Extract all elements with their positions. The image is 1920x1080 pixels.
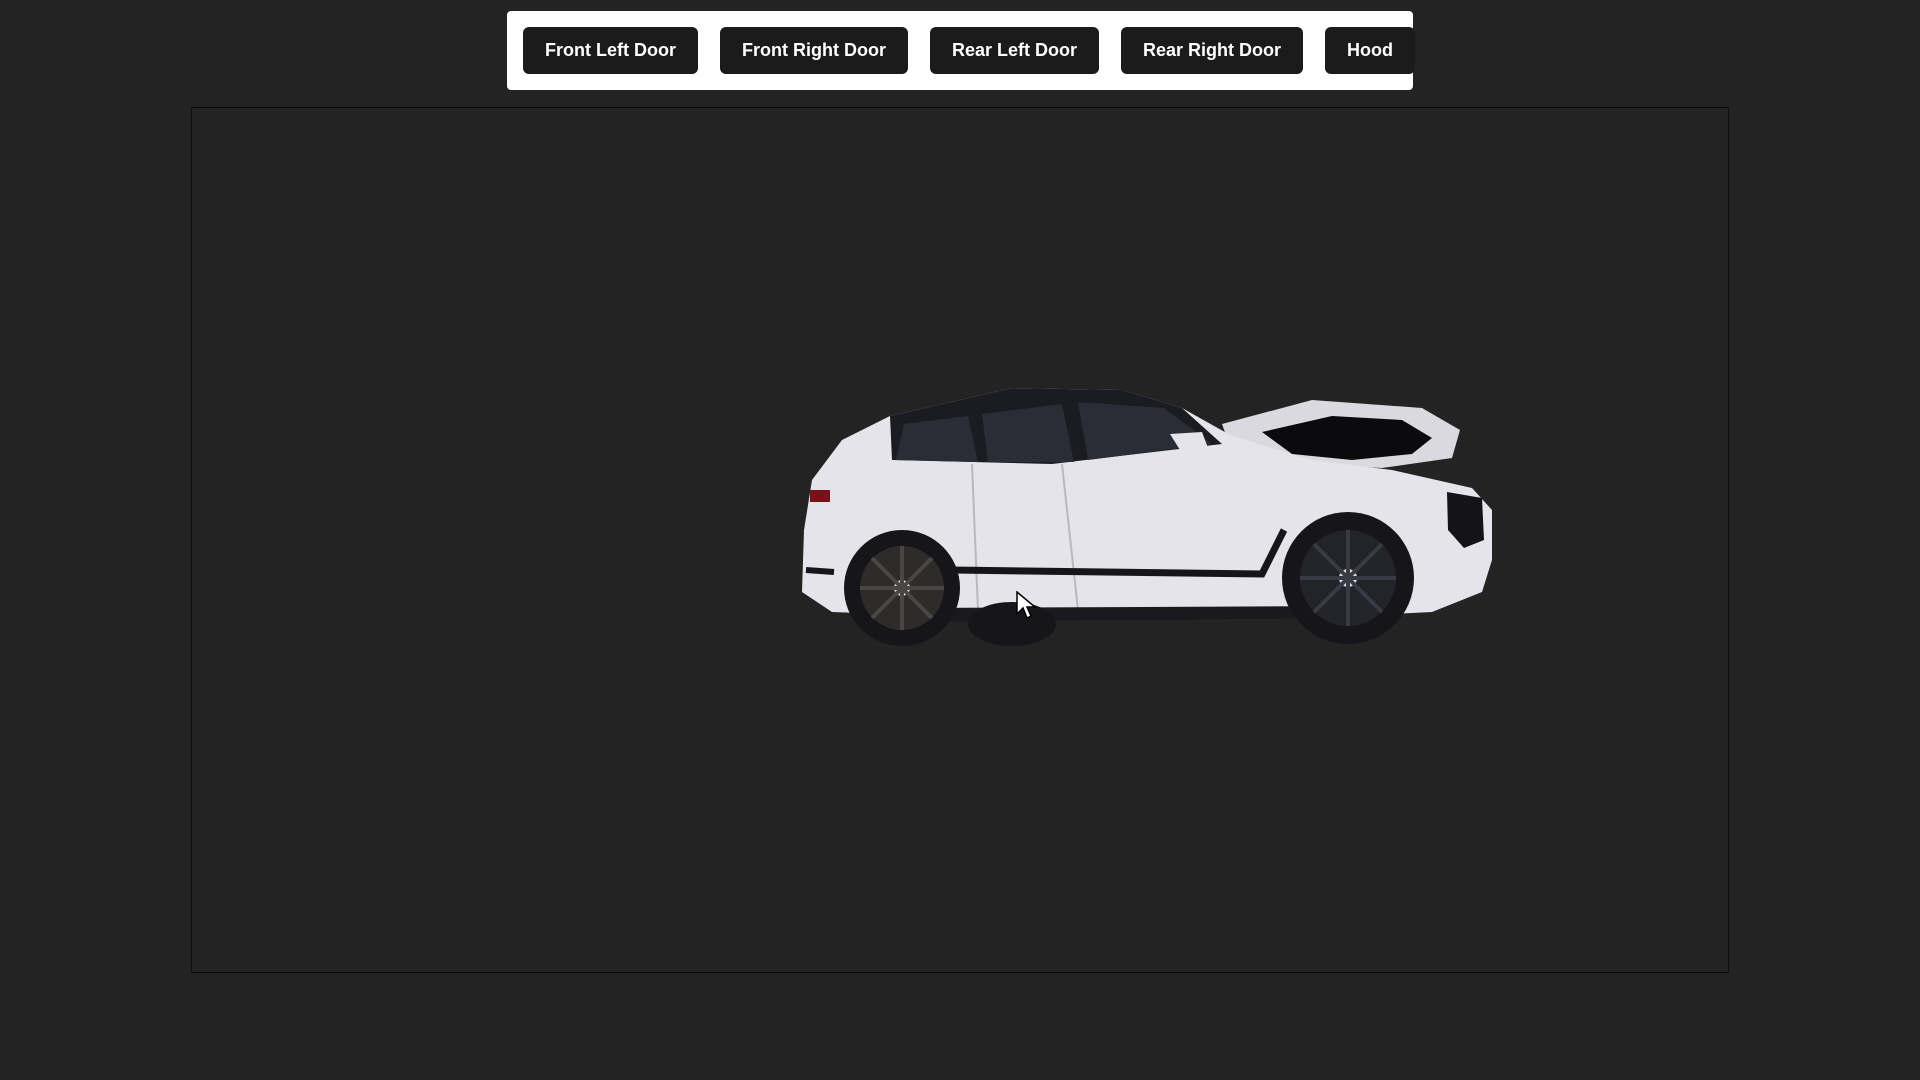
front-right-door-button[interactable]: Front Right Door <box>719 27 908 74</box>
rear-right-door-button[interactable]: Rear Right Door <box>1120 27 1303 74</box>
car-model[interactable] <box>792 380 1512 656</box>
mouse-pointer-icon <box>1016 591 1038 620</box>
front-left-door-button[interactable]: Front Left Door <box>523 27 698 74</box>
hood-button[interactable]: Hood <box>1324 27 1415 74</box>
door-control-toolbar: Front Left Door Front Right Door Rear Le… <box>507 11 1415 90</box>
3d-viewport[interactable] <box>191 107 1729 973</box>
suv-icon <box>802 388 1492 646</box>
rear-left-door-button[interactable]: Rear Left Door <box>929 27 1099 74</box>
